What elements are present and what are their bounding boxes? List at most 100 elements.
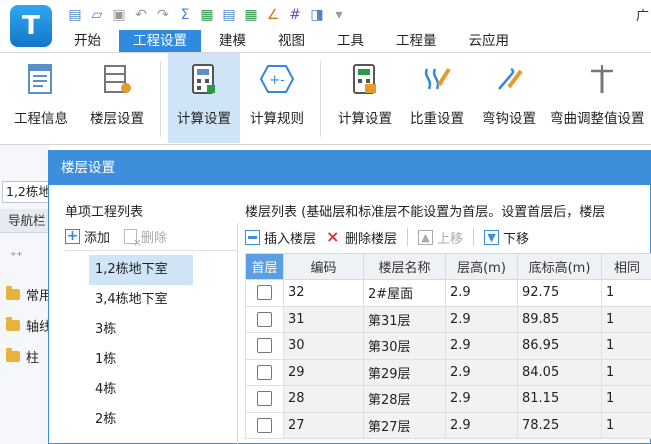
add-project-button[interactable]: + 添加 [65,227,110,246]
project-info-button[interactable]: 工程信息 [6,53,76,143]
cell-height[interactable]: 2.9 [445,279,518,307]
cell-floor-name[interactable]: 第31层 [363,305,446,333]
cell-code[interactable]: 30 [283,332,364,360]
density-settings-button[interactable]: 比重设置 [404,53,470,143]
cell-bottom[interactable]: 84.05 [517,358,602,386]
first-floor-checkbox[interactable] [257,417,272,433]
delete-floor-button[interactable]: × 删除楼层 [326,228,397,247]
move-up-button[interactable]: ▲ 上移 [418,228,463,247]
cell-same[interactable]: 1 [601,358,651,386]
cell-same[interactable]: 1 [601,332,651,360]
cell-code[interactable]: 27 [283,411,364,439]
grid-icon[interactable]: # [286,6,304,23]
export-icon[interactable]: ◨ [308,6,326,23]
calc-rules-button[interactable]: +- 计算规则 [244,53,310,143]
list-item[interactable]: 3栋 [89,315,237,345]
cell-floor-name[interactable]: 第27层 [363,411,446,439]
bend-adjust-button[interactable]: 弯曲调整值设置 [550,53,651,143]
cell-height[interactable]: 2.9 [445,358,518,386]
cell-same[interactable]: 1 [601,305,651,333]
cell-height[interactable]: 2.9 [445,332,518,360]
list-item[interactable]: 1,2栋地下室 [89,255,193,285]
draw-icon[interactable]: ∠ [264,6,282,23]
open-folder-icon[interactable]: ▱ [88,6,106,23]
col-same[interactable]: 相同 [601,253,651,280]
tab-modeling[interactable]: 建模 [205,30,260,52]
tab-quantity[interactable]: 工程量 [382,30,451,52]
nav-expand-icon[interactable]: ⁺⁺ [10,249,23,263]
bend-adjust-label: 弯曲调整值设置 [550,111,645,127]
col-bottom-elevation[interactable]: 底标高(m) [517,253,602,280]
report-icon[interactable]: ▦ [198,6,216,23]
nav-item-common[interactable]: 常用 [6,285,52,304]
col-code[interactable]: 编码 [283,253,364,280]
new-file-icon[interactable]: ▤ [66,6,84,23]
cell-code[interactable]: 31 [283,305,364,333]
floor-settings-button[interactable]: 楼层设置 [84,53,150,143]
cell-height[interactable]: 2.9 [445,305,518,333]
cell-floor-name[interactable]: 2#屋面 [363,279,446,307]
cell-same[interactable]: 1 [601,385,651,413]
calc-icon[interactable]: ▦ [242,6,260,23]
first-floor-checkbox[interactable] [257,391,272,407]
col-height[interactable]: 层高(m) [445,253,518,280]
project-combo[interactable]: 1,2栋地 [2,181,50,203]
folder-icon [6,348,20,362]
cell-height[interactable]: 2.9 [445,385,518,413]
table-row[interactable]: 30 第30层 2.9 86.95 1 [245,332,651,360]
cell-floor-name[interactable]: 第28层 [363,385,446,413]
list-item[interactable]: 2栋 [89,405,237,435]
insert-floor-button[interactable]: 插入楼层 [245,228,316,247]
cell-code[interactable]: 28 [283,385,364,413]
first-floor-checkbox[interactable] [257,285,272,301]
qat-dropdown-icon[interactable]: ▾ [330,6,348,23]
cell-floor-name[interactable]: 第29层 [363,358,446,386]
first-floor-checkbox[interactable] [257,364,272,380]
table-row[interactable]: 31 第31层 2.9 89.85 1 [245,305,651,333]
cell-bottom[interactable]: 86.95 [517,332,602,360]
quick-access-toolbar: T ▤ ▱ ▣ ↶ ↷ Σ ▦ ▤ ▦ ∠ # ◨ ▾ 广 [0,0,651,47]
list-item[interactable]: 4栋 [89,375,237,405]
table-row[interactable]: 28 第28层 2.9 81.15 1 [245,385,651,413]
cell-code[interactable]: 29 [283,358,364,386]
cell-bottom[interactable]: 78.25 [517,411,602,439]
first-floor-checkbox[interactable] [257,338,272,354]
tab-view[interactable]: 视图 [264,30,319,52]
tab-tools[interactable]: 工具 [323,30,378,52]
tab-cloud[interactable]: 云应用 [455,30,524,52]
nav-item-column[interactable]: 柱 [6,347,39,366]
list-item[interactable]: 1栋 [89,345,237,375]
folder-icon [6,286,20,300]
tab-project-settings[interactable]: 工程设置 [119,30,201,52]
cell-floor-name[interactable]: 第30层 [363,332,446,360]
delete-project-button[interactable]: 删除 [124,227,167,249]
nav-item-axis[interactable]: 轴线 [6,316,52,335]
first-floor-checkbox[interactable] [257,311,272,327]
cell-bottom[interactable]: 89.85 [517,305,602,333]
cell-code[interactable]: 32 [283,279,364,307]
cell-height[interactable]: 2.9 [445,411,518,439]
nav-bar-title: 导航栏 [0,209,50,233]
calc-settings-button[interactable]: 计算设置 [168,53,240,143]
col-floor-name[interactable]: 楼层名称 [363,253,446,280]
cell-bottom[interactable]: 81.15 [517,385,602,413]
save-icon[interactable]: ▣ [110,6,128,23]
table-row[interactable]: 32 2#屋面 2.9 92.75 1 [245,279,651,307]
cell-same[interactable]: 1 [601,411,651,439]
undo-icon[interactable]: ↶ [132,6,150,23]
cell-bottom[interactable]: 92.75 [517,279,602,307]
hook-settings-button[interactable]: 弯钩设置 [474,53,544,143]
tab-start[interactable]: 开始 [60,30,115,52]
calc-settings-2-button[interactable]: 计算设置 [330,53,400,143]
redo-icon[interactable]: ↷ [154,6,172,23]
table-row[interactable]: 27 第27层 2.9 78.25 1 [245,411,651,439]
list-item[interactable]: 3,4栋地下室 [89,285,237,315]
col-first-floor[interactable]: 首层 [245,253,284,280]
cell-same[interactable]: 1 [601,279,651,307]
arrow-up-icon: ▲ [418,229,434,245]
table-row[interactable]: 29 第29层 2.9 84.05 1 [245,358,651,386]
move-down-button[interactable]: ▼ 下移 [484,228,529,247]
sum-icon[interactable]: Σ [176,6,194,23]
view-report-icon[interactable]: ▤ [220,6,238,23]
calculator-icon [186,61,222,97]
